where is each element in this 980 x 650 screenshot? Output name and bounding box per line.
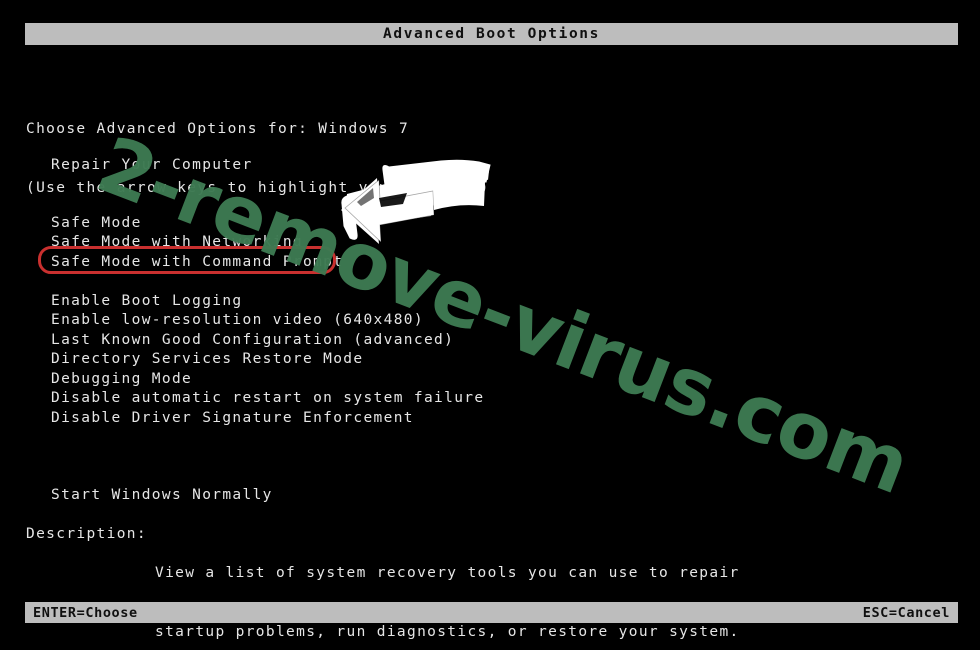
boot-options-menu: Repair Your Computer Safe Mode Safe Mode… bbox=[51, 156, 484, 505]
intro-line-1: Choose Advanced Options for: Windows 7 bbox=[26, 121, 410, 138]
status-esc-cancel[interactable]: ESC=Cancel bbox=[863, 605, 950, 621]
description-line-2: startup problems, run diagnostics, or re… bbox=[155, 623, 740, 640]
description-line-1: View a list of system recovery tools you… bbox=[155, 565, 740, 582]
menu-item-debugging-mode[interactable]: Debugging Mode bbox=[51, 370, 484, 390]
menu-item-directory-services-restore-mode[interactable]: Directory Services Restore Mode bbox=[51, 350, 484, 370]
menu-item-enable-low-resolution-video[interactable]: Enable low-resolution video (640x480) bbox=[51, 311, 484, 331]
menu-item-disable-automatic-restart[interactable]: Disable automatic restart on system fail… bbox=[51, 389, 484, 409]
menu-item-safe-mode-with-networking[interactable]: Safe Mode with Networking bbox=[51, 233, 484, 253]
menu-spacer bbox=[51, 428, 484, 466]
advanced-boot-options-screen: Advanced Boot Options Choose Advanced Op… bbox=[0, 0, 980, 650]
menu-item-enable-boot-logging[interactable]: Enable Boot Logging bbox=[51, 292, 484, 312]
description-label: Description: bbox=[26, 526, 147, 542]
description-body: View a list of system recovery tools you… bbox=[155, 525, 740, 650]
menu-item-last-known-good-configuration[interactable]: Last Known Good Configuration (advanced) bbox=[51, 331, 484, 351]
menu-item-safe-mode-with-command-prompt[interactable]: Safe Mode with Command Prompt bbox=[51, 253, 484, 273]
menu-item-repair-your-computer[interactable]: Repair Your Computer bbox=[51, 156, 484, 176]
window-title: Advanced Boot Options bbox=[383, 26, 600, 42]
menu-spacer bbox=[51, 272, 484, 292]
menu-spacer bbox=[51, 466, 484, 486]
menu-spacer bbox=[51, 176, 484, 214]
status-enter-choose[interactable]: ENTER=Choose bbox=[33, 605, 138, 621]
status-bar: ENTER=Choose ESC=Cancel bbox=[25, 602, 958, 623]
menu-item-safe-mode[interactable]: Safe Mode bbox=[51, 214, 484, 234]
title-bar: Advanced Boot Options bbox=[25, 23, 958, 45]
menu-item-disable-driver-signature-enforcement[interactable]: Disable Driver Signature Enforcement bbox=[51, 409, 484, 429]
menu-item-start-windows-normally[interactable]: Start Windows Normally bbox=[51, 486, 484, 506]
